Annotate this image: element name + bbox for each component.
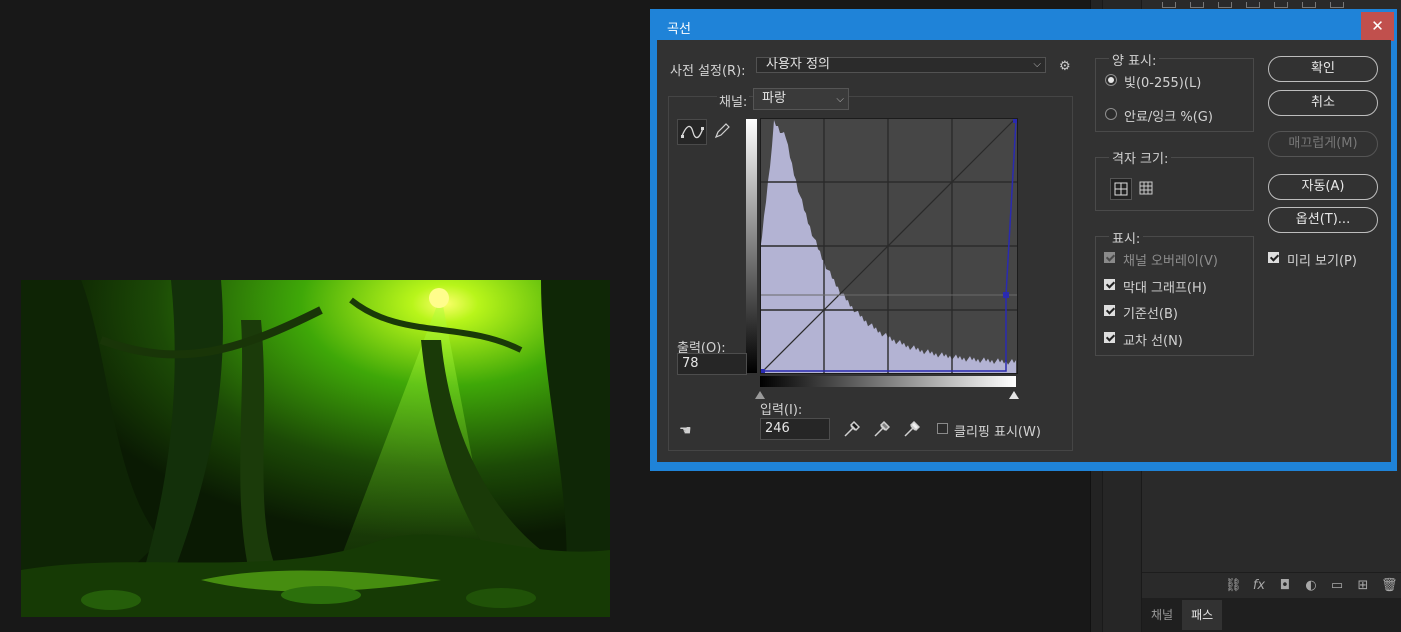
channel-value: 파랑 — [762, 91, 786, 106]
folder-icon[interactable]: ▭ — [1329, 578, 1345, 593]
dialog-titlebar[interactable]: 곡선 ✕ — [653, 12, 1394, 41]
output-field[interactable]: 78 — [677, 353, 747, 375]
histogram-checkbox[interactable] — [1104, 279, 1115, 290]
grid-size-title: 격자 크기: — [1109, 148, 1172, 167]
panel-icon[interactable] — [1190, 2, 1204, 8]
simple-grid-icon — [1114, 182, 1128, 196]
curve-graph[interactable] — [760, 118, 1018, 374]
detailed-grid-button[interactable] — [1136, 178, 1158, 200]
layer-footer-toolbar: ⛓ fx ◘ ◐ ▭ ⊞ 🗑 — [1142, 572, 1401, 598]
black-eyedropper-icon[interactable] — [842, 419, 860, 439]
preset-value: 사용자 정의 — [766, 57, 830, 72]
panel-icon[interactable] — [1274, 2, 1288, 8]
gray-eyedropper-icon[interactable] — [872, 419, 890, 439]
baseline-checkbox[interactable] — [1104, 305, 1115, 316]
channel-select[interactable]: 파랑 ⌵ — [753, 88, 849, 110]
pencil-icon[interactable] — [712, 120, 732, 142]
gear-icon[interactable]: ⚙ — [1059, 59, 1071, 74]
mask-icon[interactable]: ◘ — [1277, 578, 1293, 593]
new-layer-icon[interactable]: ⊞ — [1355, 578, 1371, 593]
tab-paths[interactable]: 패스 — [1182, 600, 1223, 630]
curve-point[interactable] — [1003, 292, 1009, 298]
radio-pigment[interactable] — [1105, 108, 1117, 120]
forest-artwork — [21, 280, 610, 617]
on-image-adjust-icon[interactable]: ☚ — [679, 423, 692, 439]
ok-button[interactable]: 확인 — [1268, 56, 1378, 82]
curve-edit-tool[interactable] — [677, 119, 707, 145]
show-title: 표시: — [1109, 228, 1144, 247]
preset-label: 사전 설정(R): — [670, 64, 746, 79]
smooth-button[interactable]: 매끄럽게(M) — [1268, 131, 1378, 157]
dialog-body: 사전 설정(R): 사용자 정의 ⌵ ⚙ 채널: 파랑 ⌵ 출력(O): 78 … — [657, 40, 1391, 462]
output-gradient-bar — [746, 119, 757, 373]
forest-document-image[interactable] — [21, 280, 610, 617]
curve-tool-icon — [681, 125, 704, 139]
preset-select[interactable]: 사용자 정의 ⌵ — [756, 57, 1046, 73]
channel-overlay-label: 채널 오버레이(V) — [1123, 254, 1218, 269]
channel-label: 채널: — [717, 91, 750, 110]
chevron-down-icon: ⌵ — [836, 94, 844, 105]
black-point-slider[interactable] — [755, 391, 765, 399]
detailed-grid-icon — [1139, 181, 1153, 195]
panel-icon[interactable] — [1330, 2, 1344, 8]
close-button[interactable]: ✕ — [1361, 12, 1394, 41]
panel-icon[interactable] — [1302, 2, 1316, 8]
input-field[interactable]: 246 — [760, 418, 830, 440]
tab-channels[interactable]: 채널 — [1142, 600, 1182, 630]
intersection-checkbox[interactable] — [1104, 332, 1115, 343]
intersection-label: 교차 선(N) — [1123, 334, 1183, 349]
channel-overlay-checkbox[interactable] — [1104, 252, 1115, 263]
options-button[interactable]: 옵션(T)... — [1268, 207, 1378, 233]
link-icon[interactable]: ⛓ — [1225, 578, 1242, 593]
adjustment-icon[interactable]: ◐ — [1303, 578, 1319, 593]
dialog-title: 곡선 — [667, 22, 691, 37]
clipping-checkbox[interactable] — [937, 423, 948, 434]
white-point-slider[interactable] — [1009, 391, 1019, 399]
amount-display-title: 양 표시: — [1109, 50, 1160, 69]
radio-light[interactable] — [1105, 74, 1117, 86]
fx-icon[interactable]: fx — [1251, 578, 1267, 593]
panel-top-icons — [1162, 2, 1344, 8]
panel-tabs: 채널 패스 — [1142, 598, 1401, 632]
input-gradient-bar — [760, 376, 1016, 387]
radio-pigment-label: 안료/잉크 %(G) — [1124, 110, 1213, 125]
auto-button[interactable]: 자동(A) — [1268, 174, 1378, 200]
radio-light-label: 빛(0-255)(L) — [1124, 76, 1202, 91]
cancel-button[interactable]: 취소 — [1268, 90, 1378, 116]
curves-dialog: 곡선 ✕ 사전 설정(R): 사용자 정의 ⌵ ⚙ 채널: 파랑 ⌵ 출력(O)… — [650, 9, 1397, 471]
histogram-label: 막대 그래프(H) — [1123, 281, 1207, 296]
chevron-down-icon: ⌵ — [1033, 59, 1041, 70]
clipping-label: 클리핑 표시(W) — [954, 425, 1041, 440]
preview-label: 미리 보기(P) — [1287, 254, 1357, 269]
panel-icon[interactable] — [1218, 2, 1232, 8]
white-eyedropper-icon[interactable] — [902, 419, 920, 439]
preview-checkbox[interactable] — [1268, 252, 1279, 263]
panel-icon[interactable] — [1246, 2, 1260, 8]
simple-grid-button[interactable] — [1110, 178, 1132, 200]
input-label: 입력(I): — [760, 403, 803, 418]
baseline-label: 기준선(B) — [1123, 307, 1178, 322]
trash-icon[interactable]: 🗑 — [1381, 578, 1398, 593]
panel-icon[interactable] — [1162, 2, 1176, 8]
